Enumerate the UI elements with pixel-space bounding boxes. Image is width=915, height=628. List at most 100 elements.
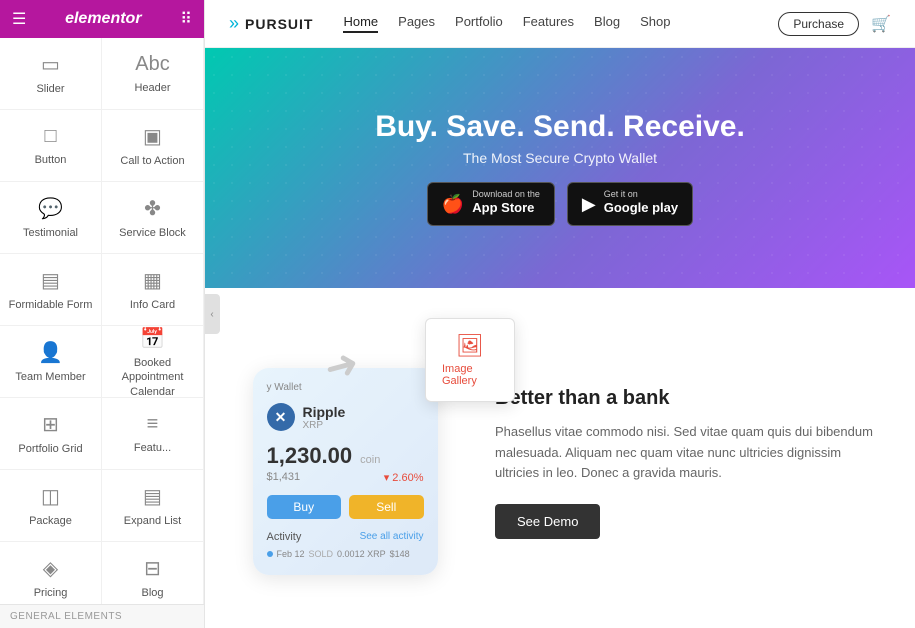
wallet-change: ▾ 2.60%: [384, 471, 424, 485]
pricing-icon: ◈: [43, 556, 58, 581]
sidebar-item-pricing[interactable]: ◈ Pricing: [0, 542, 102, 604]
hero-section: Buy. Save. Send. Receive. The Most Secur…: [205, 48, 915, 288]
team-member-icon: 👤: [38, 340, 63, 365]
google-play-top-text: Get it on: [604, 190, 678, 199]
info-card-label: Info Card: [130, 298, 175, 312]
testimonial-label: Testimonial: [23, 226, 78, 240]
info-card-icon: ▦: [143, 268, 162, 293]
call-to-action-label: Call to Action: [120, 154, 184, 168]
sidebar-item-portfolio-grid[interactable]: ⊞ Portfolio Grid: [0, 398, 102, 470]
app-store-main-text: App Store: [472, 199, 540, 217]
image-gallery-tooltip: 🖼 Image Gallery: [425, 318, 515, 402]
tx-amount: 0.0012 XRP: [337, 549, 386, 559]
expand-list-icon: ▤: [143, 484, 162, 509]
sidebar-item-features[interactable]: ≡ Featu...: [102, 398, 204, 470]
package-icon: ◫: [41, 484, 60, 509]
sidebar-item-booked-appointment[interactable]: 📅 Booked Appointment Calendar: [102, 326, 204, 398]
button-icon: □: [44, 125, 56, 148]
formidable-form-icon: ▤: [41, 268, 60, 293]
wallet-buy-button[interactable]: Buy: [267, 495, 342, 519]
formidable-form-label: Formidable Form: [9, 298, 93, 312]
activity-label: Activity: [267, 531, 302, 543]
portfolio-grid-icon: ⊞: [42, 412, 59, 437]
sidebar-item-team-member[interactable]: 👤 Team Member: [0, 326, 102, 398]
header-label: Header: [134, 81, 170, 95]
booked-appointment-label: Booked Appointment Calendar: [108, 356, 197, 399]
booked-appointment-icon: 📅: [140, 326, 165, 351]
wallet-buttons: Buy Sell: [267, 495, 424, 519]
hero-title: Buy. Save. Send. Receive.: [375, 110, 745, 144]
ripple-name: Ripple: [303, 404, 346, 420]
wallet-usd: $1,431: [267, 471, 301, 483]
wallet-transaction: Feb 12 SOLD 0.0012 XRP $148: [267, 549, 424, 559]
google-play-main-text: Google play: [604, 199, 678, 217]
wallet-preview-area: ➜ 🖼 Image Gallery y Wallet ✕ Ripple XRP …: [205, 288, 465, 628]
testimonial-icon: 💬: [38, 196, 63, 221]
wallet-sell-button[interactable]: Sell: [349, 495, 424, 519]
hero-buttons: 🍎 Download on the App Store ▶ Get it on …: [427, 182, 693, 225]
header-icon: Abc: [135, 53, 169, 76]
tx-date: Feb 12: [277, 549, 305, 559]
pursuit-logo-name: PURSUIT: [245, 16, 313, 32]
sidebar-logo: elementor: [65, 10, 141, 28]
sidebar-item-info-card[interactable]: ▦ Info Card: [102, 254, 204, 326]
image-gallery-tooltip-label: Image Gallery: [442, 363, 498, 387]
image-gallery-tooltip-icon: 🖼: [456, 333, 484, 359]
slider-icon: ▭: [41, 52, 60, 77]
tx-dot: [267, 551, 273, 557]
nav-link-features[interactable]: Features: [523, 14, 574, 33]
sidebar-item-testimonial[interactable]: 💬 Testimonial: [0, 182, 102, 254]
nav-link-home[interactable]: Home: [343, 14, 378, 33]
wallet-amount: 1,230.00: [267, 443, 353, 469]
tx-sell-label: SOLD: [309, 549, 334, 559]
sidebar-footer: GENERAL ELEMENTS: [0, 604, 204, 628]
sidebar-item-call-to-action[interactable]: ▣ Call to Action: [102, 110, 204, 182]
website-nav: » PURSUIT HomePagesPortfolioFeaturesBlog…: [205, 0, 915, 48]
blog-icon: ⊟: [144, 556, 161, 581]
features-label: Featu...: [134, 441, 171, 455]
nav-link-shop[interactable]: Shop: [640, 14, 670, 33]
sidebar-item-expand-list[interactable]: ▤ Expand List: [102, 470, 204, 542]
service-block-icon: ✤: [144, 196, 161, 221]
hamburger-icon[interactable]: ☰: [12, 9, 26, 29]
sidebar-item-formidable-form[interactable]: ▤ Formidable Form: [0, 254, 102, 326]
below-hero: ➜ 🖼 Image Gallery y Wallet ✕ Ripple XRP …: [205, 288, 915, 628]
sidebar-item-slider[interactable]: ▭ Slider: [0, 38, 102, 110]
see-all-activity-link[interactable]: See all activity: [360, 531, 424, 543]
button-label: Button: [35, 153, 67, 167]
pricing-label: Pricing: [34, 586, 68, 600]
wallet-card: y Wallet ✕ Ripple XRP 1,230.00 coin $1,4…: [253, 368, 438, 575]
wallet-activity-header: Activity See all activity: [267, 531, 424, 543]
sidebar-item-blog[interactable]: ⊟ Blog: [102, 542, 204, 604]
wallet-amount-unit: coin: [360, 454, 380, 466]
grid-icon[interactable]: ⠿: [180, 9, 192, 29]
app-store-top-text: Download on the: [472, 190, 540, 199]
app-store-button[interactable]: 🍎 Download on the App Store: [427, 182, 555, 225]
expand-list-label: Expand List: [124, 514, 181, 528]
package-label: Package: [29, 514, 72, 528]
team-member-label: Team Member: [15, 370, 85, 384]
sidebar-item-header[interactable]: Abc Header: [102, 38, 204, 110]
sidebar-item-service-block[interactable]: ✤ Service Block: [102, 182, 204, 254]
see-demo-button[interactable]: See Demo: [495, 504, 600, 539]
apple-icon: 🍎: [442, 194, 464, 215]
cart-icon[interactable]: 🛒: [871, 14, 891, 34]
nav-link-pages[interactable]: Pages: [398, 14, 435, 33]
call-to-action-icon: ▣: [143, 124, 162, 149]
ripple-row: ✕ Ripple XRP: [267, 403, 424, 431]
nav-link-portfolio[interactable]: Portfolio: [455, 14, 503, 33]
purchase-button[interactable]: Purchase: [778, 12, 859, 36]
ripple-icon: ✕: [267, 403, 295, 431]
service-block-label: Service Block: [119, 226, 186, 240]
collapse-handle[interactable]: ‹: [205, 294, 220, 334]
slider-label: Slider: [36, 82, 64, 96]
sidebar-item-button[interactable]: □ Button: [0, 110, 102, 182]
google-play-button[interactable]: ▶ Get it on Google play: [567, 182, 693, 225]
bank-section: Better than a bank Phasellus vitae commo…: [465, 288, 915, 628]
sidebar-item-package[interactable]: ◫ Package: [0, 470, 102, 542]
features-icon: ≡: [147, 413, 159, 436]
nav-link-blog[interactable]: Blog: [594, 14, 620, 33]
tx-usd: $148: [390, 549, 410, 559]
blog-label: Blog: [141, 586, 163, 600]
sidebar-header: ☰ elementor ⠿: [0, 0, 204, 38]
